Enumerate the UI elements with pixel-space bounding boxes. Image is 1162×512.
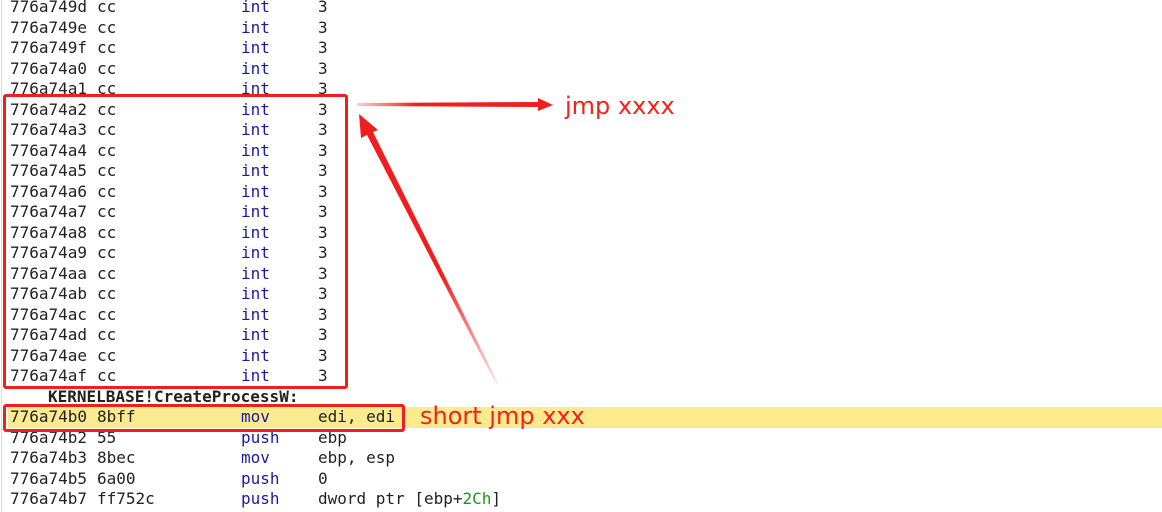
arrow-from-entry — [359, 114, 498, 384]
short-jmp-annotation: short jmp xxx — [420, 402, 585, 430]
arrow-to-jmp-label — [357, 98, 553, 111]
jmp-annotation: jmp xxxx — [565, 92, 675, 120]
annotation-arrows — [357, 98, 553, 384]
